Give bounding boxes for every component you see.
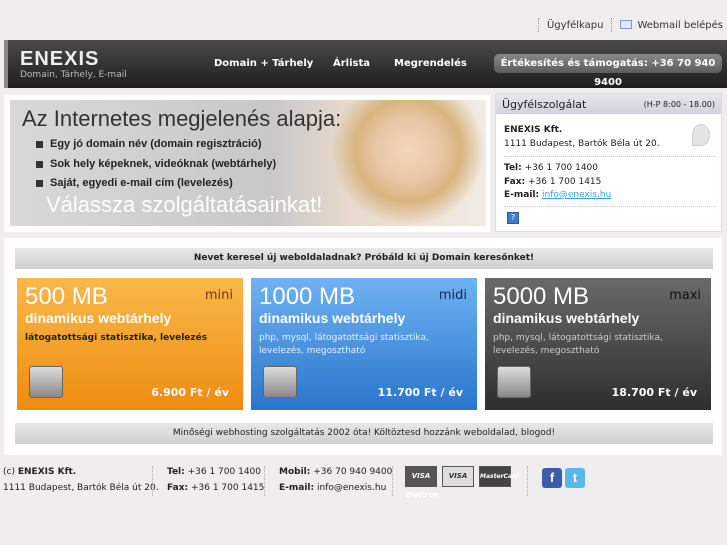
nav-order[interactable]: Megrendelés [394, 58, 467, 69]
plan-features: php, mysql, látogatottsági statisztika, … [493, 333, 663, 356]
plan-card-maxi[interactable]: 5000 MB maxi dinamikus webtárhely php, m… [485, 278, 711, 410]
email-label: E-mail: [279, 483, 315, 493]
footer-company-name: ENEXIS Kft. [17, 467, 77, 477]
banner-bullet: Sok hely képeknek, videóknak (webtárhely… [35, 158, 277, 170]
support-email-link[interactable]: info@enexis.hu [542, 190, 611, 200]
banner-title: Az Internetes megjelenés alapja: [22, 106, 342, 131]
sales-support-phone: Értékesítés és támogatás: +36 70 940 940… [494, 54, 722, 88]
webmail-link[interactable]: Webmail belépés [620, 20, 723, 31]
footer-address: 1111 Budapest, Bartók Béla út 20. [3, 483, 159, 493]
nav-pricelist[interactable]: Árlista [333, 58, 370, 69]
copyright: (c) [3, 467, 15, 477]
banner-bullet: Saját, egyedi e-mail cím (levelezés) [36, 177, 233, 189]
plan-price: 11.700 Ft / év [377, 386, 463, 399]
plan-tier: maxi [669, 288, 701, 303]
divider [264, 466, 265, 496]
footer-tel: +36 1 700 1400 [187, 467, 261, 477]
fax-label: Fax: [167, 483, 189, 493]
plan-size: 500 MB [25, 283, 108, 310]
divider [611, 18, 613, 32]
tel-label: Tel: [504, 163, 522, 173]
plan-tier: mini [204, 288, 233, 303]
top-links: Ügyfélkapu Webmail belépés [537, 18, 723, 32]
footer-mobil: +36 70 940 9400 [313, 467, 393, 477]
fax-label: Fax: [504, 177, 526, 187]
divider [504, 156, 716, 157]
migration-banner[interactable]: Minőségi webhosting szolgáltatás 2002 ót… [15, 423, 713, 444]
logo[interactable]: ENEXIS [20, 48, 99, 71]
plan-subtitle: dinamikus webtárhely [25, 310, 172, 326]
nav-domain-hosting[interactable]: Domain + Tárhely [214, 58, 313, 69]
webmail-label: Webmail belépés [637, 19, 723, 31]
footer-company: (c) ENEXIS Kft. 1111 Budapest, Bartók Bé… [3, 464, 159, 496]
hard-drive-icon [29, 366, 63, 398]
tel-label: Tel: [167, 467, 185, 477]
mail-icon [620, 20, 633, 29]
banner-bullet: Egy jó domain név (domain regisztráció) [35, 138, 262, 150]
twitter-icon[interactable]: t [565, 468, 585, 488]
woman-photo [330, 100, 486, 226]
help-icon[interactable]: ? [507, 212, 519, 224]
speech-bubble-icon [692, 124, 710, 146]
tagline: Domain, Tárhely, E-mail [20, 70, 127, 80]
footer-contact: Tel: +36 1 700 1400 Fax: +36 1 700 1415 [167, 464, 264, 496]
plan-price: 18.700 Ft / év [611, 386, 697, 399]
banner[interactable]: Az Internetes megjelenés alapja: Egy jó … [4, 95, 490, 232]
visa-electron-icon: VISA Electron [405, 466, 439, 499]
footer-mobile-email: Mobil: +36 70 940 9400 E-mail: info@enex… [279, 464, 392, 496]
plan-card-mini[interactable]: 500 MB mini dinamikus webtárhely látogat… [17, 278, 243, 410]
support-header: Ügyfélszolgálat (H-P 8:00 - 18.00) [496, 94, 721, 114]
domain-search-bar[interactable]: Nevet keresel új weboldaladnak? Próbáld … [15, 248, 713, 269]
divider [504, 206, 716, 207]
hosting-section: Nevet keresel új weboldaladnak? Próbáld … [4, 238, 722, 455]
mastercard-icon: MasterCard [479, 466, 519, 487]
support-panel: Ügyfélszolgálat (H-P 8:00 - 18.00) ENEXIS… [495, 93, 722, 232]
banner-image: Az Internetes megjelenés alapja: Egy jó … [10, 100, 486, 226]
footer-fax: +36 1 700 1415 [190, 483, 265, 493]
plan-features: php, mysql, látogatottsági statisztika, … [259, 333, 429, 356]
support-tel: +36 1 700 1400 [524, 163, 598, 173]
divider [537, 18, 539, 32]
plan-size: 5000 MB [493, 283, 590, 310]
mobil-label: Mobil: [279, 467, 311, 477]
plan-card-midi[interactable]: 1000 MB midi dinamikus webtárhely php, m… [251, 278, 477, 410]
plan-size: 1000 MB [259, 283, 356, 310]
support-hours: (H-P 8:00 - 18.00) [643, 99, 715, 109]
header: ENEXIS Domain, Tárhely, E-mail Domain + … [4, 40, 727, 88]
plan-subtitle: dinamikus webtárhely [259, 310, 406, 326]
plan-price: 6.900 Ft / év [151, 386, 229, 399]
banner-cta: Válassza szolgáltatásainkat! [46, 192, 323, 217]
facebook-icon[interactable]: f [542, 468, 562, 488]
plan-subtitle: dinamikus webtárhely [493, 310, 640, 326]
hard-drive-icon [263, 366, 297, 398]
client-portal-link[interactable]: Ügyfélkapu [547, 20, 603, 31]
plan-features: látogatottsági statisztika, levelezés [25, 333, 208, 343]
support-title: Ügyfélszolgálat [502, 97, 587, 111]
visa-icon: VISA [442, 466, 474, 487]
plan-tier: midi [438, 288, 467, 303]
hard-drive-icon [497, 366, 531, 398]
support-address: 1111 Budapest, Bartók Béla út 20. [504, 139, 660, 149]
divider [527, 466, 528, 496]
email-label: E-mail: [504, 190, 540, 200]
support-company: ENEXIS Kft. [504, 125, 563, 135]
footer-email-link[interactable]: info@enexis.hu [317, 483, 386, 493]
support-fax: +36 1 700 1415 [527, 177, 602, 187]
divider [152, 466, 153, 496]
divider [392, 466, 393, 496]
